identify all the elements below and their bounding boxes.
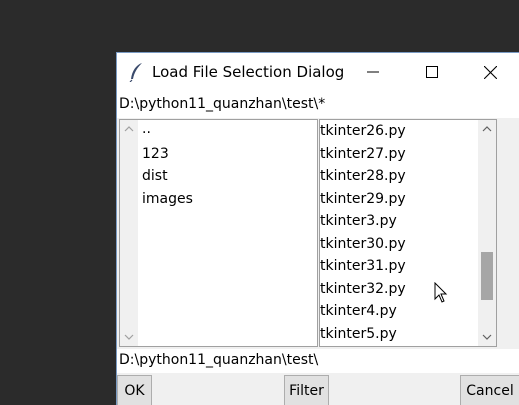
window-title: Load File Selection Dialog bbox=[152, 63, 345, 81]
list-item[interactable]: 123 bbox=[142, 143, 193, 166]
minimize-button[interactable] bbox=[350, 53, 396, 91]
list-item[interactable]: tkinter4.py bbox=[320, 300, 406, 323]
file-list[interactable]: tkinter26.py tkinter27.py tkinter28.py t… bbox=[319, 119, 497, 347]
list-item[interactable]: tkinter28.py bbox=[320, 165, 406, 188]
maximize-icon bbox=[426, 66, 438, 78]
list-item[interactable]: tkinter31.py bbox=[320, 255, 406, 278]
chevron-down-icon bbox=[124, 334, 134, 340]
load-file-dialog: Load File Selection Dialog D:\python11_q… bbox=[116, 52, 519, 405]
filter-input[interactable]: D:\python11_quanzhan\test\* bbox=[117, 91, 519, 118]
title-bar[interactable]: Load File Selection Dialog bbox=[117, 53, 519, 91]
list-item[interactable]: tkinter32.py bbox=[320, 278, 406, 301]
list-item[interactable]: tkinter29.py bbox=[320, 188, 406, 211]
list-item[interactable]: tkinter5.py bbox=[320, 323, 406, 346]
minimize-icon bbox=[367, 71, 379, 73]
list-item[interactable]: dist bbox=[142, 165, 193, 188]
chevron-down-icon bbox=[482, 334, 492, 340]
scroll-down-button[interactable] bbox=[120, 328, 138, 346]
ok-button[interactable]: OK bbox=[117, 375, 152, 405]
chevron-up-icon bbox=[124, 126, 134, 132]
scroll-down-button[interactable] bbox=[478, 328, 496, 346]
directory-scrollbar[interactable] bbox=[120, 120, 138, 346]
cancel-button[interactable]: Cancel bbox=[460, 375, 519, 405]
chevron-up-icon bbox=[482, 126, 492, 132]
scroll-thumb[interactable] bbox=[481, 252, 493, 300]
list-item[interactable]: tkinter27.py bbox=[320, 143, 406, 166]
scroll-up-button[interactable] bbox=[478, 120, 496, 138]
list-item[interactable]: tkinter26.py bbox=[320, 120, 406, 143]
close-button[interactable] bbox=[467, 53, 513, 91]
file-items: tkinter26.py tkinter27.py tkinter28.py t… bbox=[320, 120, 406, 345]
list-item[interactable]: tkinter30.py bbox=[320, 233, 406, 256]
list-item[interactable]: .. bbox=[142, 120, 193, 143]
directory-list[interactable]: .. 123 dist images bbox=[119, 119, 318, 347]
list-item[interactable]: images bbox=[142, 188, 193, 211]
close-icon bbox=[483, 65, 497, 79]
scroll-up-button[interactable] bbox=[120, 120, 138, 138]
directory-items: .. 123 dist images bbox=[142, 120, 193, 210]
selection-input[interactable]: D:\python11_quanzhan\test\ bbox=[117, 349, 519, 373]
mouse-pointer-icon bbox=[434, 282, 448, 303]
filter-button[interactable]: Filter bbox=[284, 375, 329, 405]
file-scrollbar[interactable] bbox=[478, 120, 496, 346]
list-item[interactable]: tkinter3.py bbox=[320, 210, 406, 233]
maximize-button[interactable] bbox=[409, 53, 455, 91]
feather-icon bbox=[129, 63, 142, 82]
